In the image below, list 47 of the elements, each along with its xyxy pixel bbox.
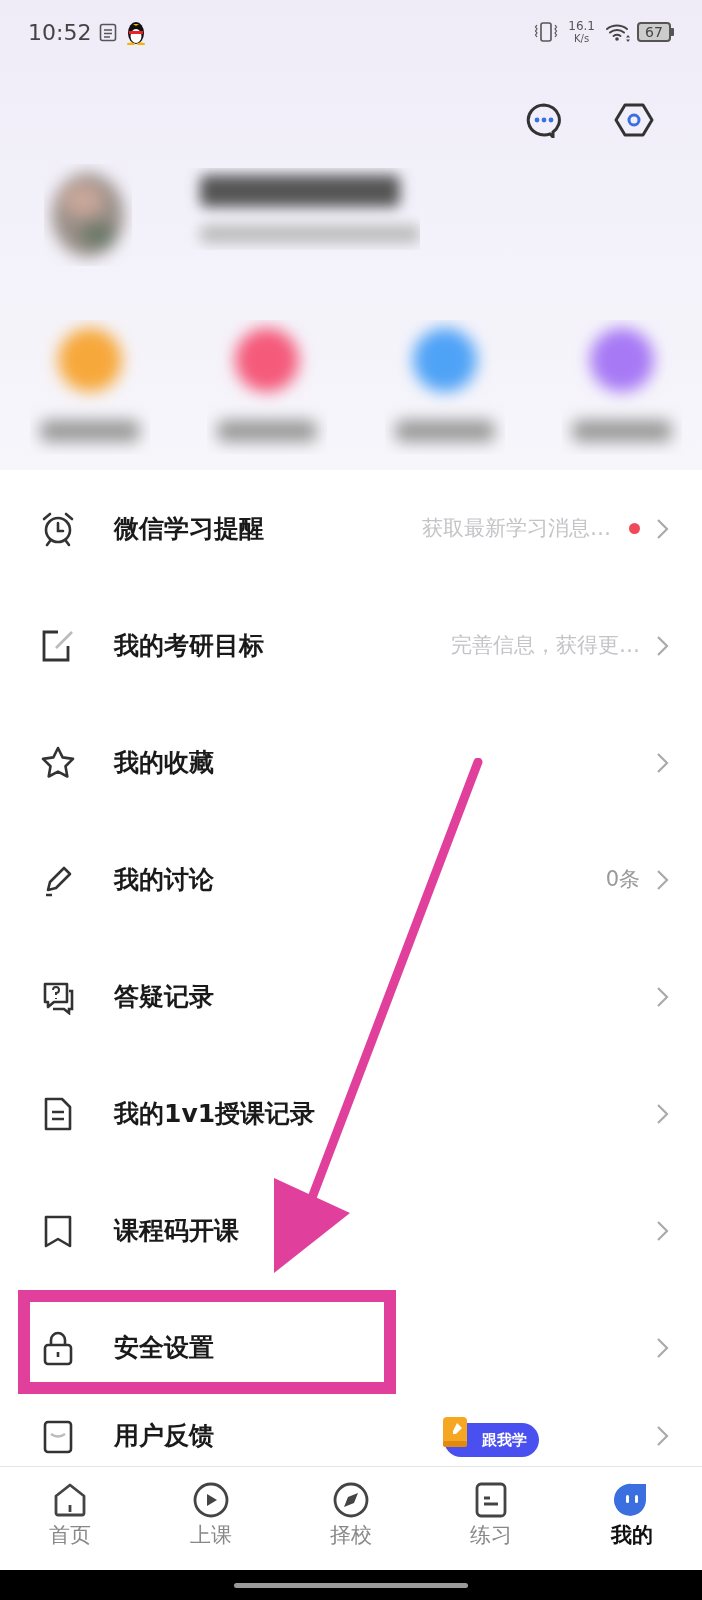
menu-item-label[interactable]: 我的考研目标 (114, 626, 264, 665)
tab[interactable]: 首页 (0, 1467, 141, 1570)
settings-icon[interactable] (614, 102, 654, 138)
home-indicator[interactable] (234, 1582, 468, 1588)
battery-level: 67 (645, 25, 663, 39)
menu-item-icon (40, 744, 76, 781)
menu-item-hint: 完善信息，获得更… (451, 631, 640, 659)
menu-item-icon (40, 510, 76, 547)
tab-icon (332, 1481, 370, 1519)
book-icon (440, 1415, 470, 1449)
tab-label: 择校 (330, 1525, 372, 1546)
tab[interactable]: 上课 (140, 1467, 281, 1570)
chevron-icon (656, 634, 670, 657)
status-time: 10:52 (28, 18, 92, 47)
menu-item-label[interactable]: 我的讨论 (114, 860, 214, 899)
penguin-icon (125, 19, 148, 45)
menu-item-count: 0条 (605, 865, 640, 893)
message-icon[interactable] (524, 102, 564, 138)
chevron-icon (656, 1425, 670, 1447)
tab[interactable]: 择校 (280, 1467, 422, 1570)
menu-item-label[interactable]: 答疑记录 (114, 977, 214, 1016)
tab[interactable]: 练习 (421, 1467, 562, 1570)
menu-item-label[interactable]: 用户反馈 (114, 1417, 214, 1455)
tab-label: 上课 (189, 1525, 232, 1546)
chevron-icon (656, 1219, 670, 1242)
menu-item-label[interactable]: 安全设置 (114, 1328, 214, 1367)
speed-unit: K/s (574, 34, 590, 44)
tab[interactable]: 我的 (561, 1467, 702, 1570)
menu-item-label[interactable]: 课程码开课 (114, 1211, 239, 1250)
menu-item-label[interactable]: 微信学习提醒 (114, 509, 264, 548)
menu-item-hint: 获取最新学习消息… (422, 514, 611, 542)
chevron-icon (656, 751, 670, 774)
chevron-icon (656, 517, 670, 540)
network-speed: 16.1 (568, 20, 595, 32)
calendar-icon (99, 22, 118, 42)
tab-label: 首页 (49, 1525, 92, 1546)
chevron-icon (656, 1336, 670, 1359)
menu-item-label[interactable]: 我的收藏 (114, 743, 214, 782)
chevron-icon (656, 1102, 670, 1125)
menu-item-label[interactable]: 我的1v1授课记录 (114, 1094, 316, 1133)
wifi-icon (605, 22, 631, 42)
chevron-icon (656, 868, 670, 891)
vibrate-icon (534, 21, 559, 43)
chevron-icon (656, 985, 670, 1008)
tab-label: 练习 (470, 1525, 513, 1546)
tab-icon (191, 1481, 230, 1519)
tab-label: 我的 (610, 1525, 653, 1546)
